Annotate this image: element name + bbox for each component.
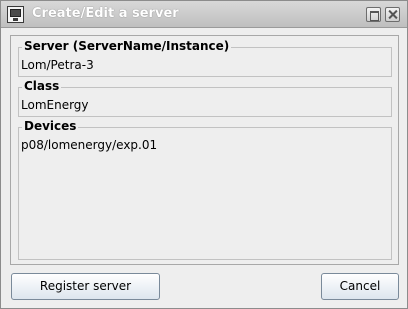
form-panel: Server (ServerName/Instance) Lom/Petra-3… — [10, 35, 399, 265]
class-field-group[interactable]: Class LomEnergy — [18, 79, 392, 117]
monitor-icon[interactable] — [7, 6, 24, 23]
class-input[interactable]: LomEnergy — [21, 98, 89, 112]
dialog-window: Create/Edit a server Server (ServerName/… — [0, 0, 408, 309]
class-label: Class — [22, 79, 62, 93]
server-label: Server (ServerName/Instance) — [22, 39, 232, 53]
server-field-group[interactable]: Server (ServerName/Instance) Lom/Petra-3 — [18, 39, 392, 77]
title-bar[interactable]: Create/Edit a server — [1, 1, 407, 28]
devices-field-group[interactable]: Devices p08/lomenergy/exp.01 — [18, 119, 392, 260]
window-title: Create/Edit a server — [32, 6, 179, 21]
maximize-icon[interactable] — [366, 7, 381, 22]
monitor-stand — [13, 18, 18, 21]
close-icon[interactable] — [385, 7, 400, 22]
devices-textarea[interactable]: p08/lomenergy/exp.01 — [21, 138, 157, 152]
devices-label: Devices — [22, 119, 79, 133]
server-input[interactable]: Lom/Petra-3 — [21, 58, 94, 72]
monitor-screen — [10, 9, 21, 17]
cancel-button[interactable]: Cancel — [321, 273, 399, 300]
register-server-button[interactable]: Register server — [11, 273, 160, 300]
